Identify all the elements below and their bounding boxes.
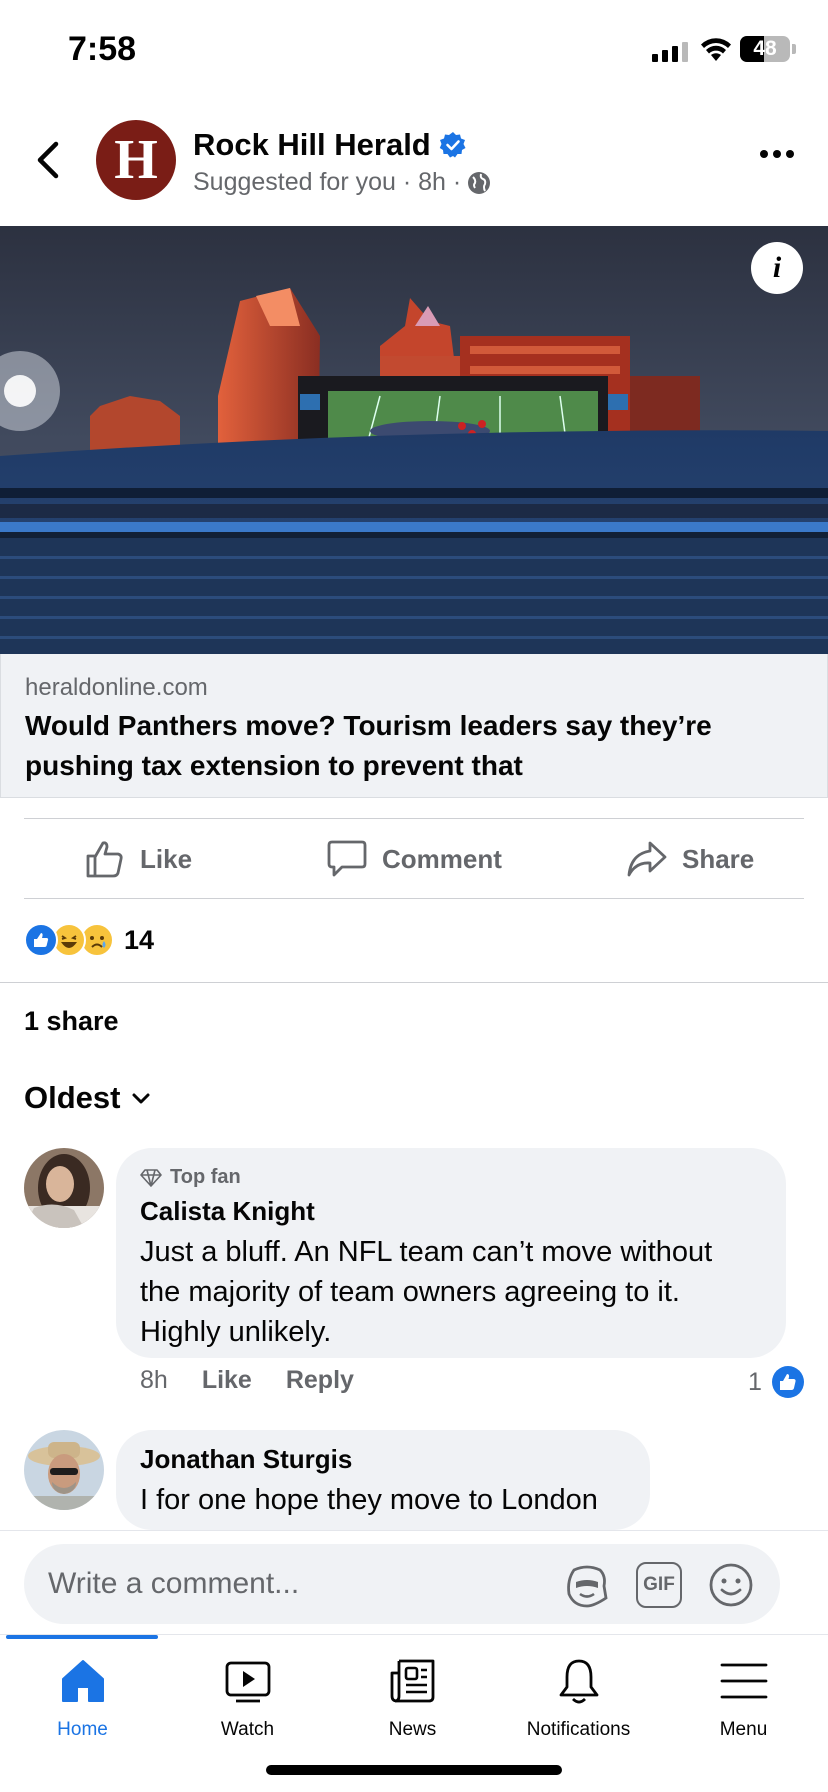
like-button[interactable]: Like [84, 820, 192, 898]
comment-line: the majority of team owners agreeing to … [140, 1276, 680, 1308]
comment-like-number: 1 [748, 1367, 762, 1396]
top-fan-label: Top fan [170, 1166, 241, 1188]
tab-label: News [388, 1719, 437, 1740]
page-name-text: Rock Hill Herald [193, 127, 431, 162]
like-reaction-icon [24, 923, 58, 957]
tab-watch[interactable]: Watch [165, 1655, 330, 1755]
wifi-icon [701, 38, 731, 61]
cellular-signal-icon [652, 42, 688, 62]
link-preview[interactable]: heraldonline.com Would Panthers move? To… [0, 654, 828, 798]
commenter-avatar[interactable] [24, 1430, 104, 1510]
comment-icon [327, 840, 367, 877]
like-icon [86, 841, 123, 878]
battery-tip [792, 44, 796, 54]
emoji-icon[interactable] [708, 1562, 754, 1608]
like-reaction-icon [771, 1366, 804, 1398]
comment-sort-dropdown[interactable]: Oldest [24, 1080, 152, 1116]
link-domain: heraldonline.com [25, 674, 208, 701]
stadium-photo [0, 226, 828, 654]
info-button[interactable]: i [751, 242, 803, 294]
comment-meta: 8h Like Reply [140, 1366, 354, 1395]
tab-label: Watch [220, 1719, 275, 1740]
commenter-avatar[interactable] [24, 1148, 104, 1228]
battery-level: 48 [753, 37, 777, 60]
video-icon [225, 1661, 270, 1703]
post-meta: Suggested for you · 8h · [193, 168, 491, 197]
more-options-button[interactable] [760, 150, 794, 158]
tab-menu[interactable]: Menu [661, 1655, 826, 1755]
comment-like-button[interactable]: Like [202, 1366, 252, 1395]
page-avatar[interactable]: H [96, 120, 176, 200]
status-time: 7:58 [68, 30, 137, 68]
comment-reply-button[interactable]: Reply [286, 1366, 354, 1395]
comment-line: Highly unlikely. [140, 1316, 332, 1348]
share-icon [627, 841, 667, 877]
comment-author[interactable]: Calista Knight [140, 1196, 315, 1227]
tab-notifications[interactable]: Notifications [496, 1655, 661, 1755]
post-image[interactable] [0, 226, 828, 654]
back-button[interactable] [30, 138, 66, 182]
menu-icon [720, 1663, 767, 1699]
comment-line: Just a bluff. An NFL team can’t move wit… [140, 1236, 713, 1268]
verified-badge-icon [439, 132, 466, 158]
chevron-down-icon [132, 1093, 150, 1104]
status-bar: 7:58 48 [0, 0, 828, 100]
link-title: Would Panthers move? Tourism leaders say… [25, 710, 712, 781]
comment-bubble[interactable]: Jonathan Sturgis I for one hope they mov… [116, 1430, 650, 1530]
comment-like-count[interactable]: 1 [748, 1366, 804, 1398]
like-label: Like [140, 843, 193, 874]
gif-label: GIF [643, 1574, 675, 1595]
tab-label: Menu [719, 1719, 768, 1740]
tab-news[interactable]: News [330, 1655, 495, 1755]
gif-button[interactable]: GIF [636, 1562, 682, 1608]
battery-icon: 48 [740, 36, 790, 62]
sort-label: Oldest [24, 1080, 121, 1115]
reaction-count: 14 [124, 924, 155, 955]
comment-composer: GIF [0, 1530, 828, 1634]
comment-input[interactable] [48, 1562, 518, 1606]
bell-icon [559, 1659, 598, 1704]
globe-icon [468, 171, 491, 194]
comment-time: 8h [140, 1366, 168, 1394]
post-actions: Like Comment Share [0, 820, 828, 898]
active-tab-indicator [6, 1635, 158, 1639]
divider [0, 982, 828, 983]
home-icon [61, 1660, 104, 1702]
page-avatar-letter: H [114, 129, 158, 191]
diamond-icon [140, 1168, 162, 1187]
tab-label: Home [57, 1719, 108, 1740]
comment-label: Comment [382, 843, 502, 874]
top-fan-badge: Top fan [140, 1166, 241, 1189]
comment-line: I for one hope they move to London [140, 1484, 598, 1516]
comment-button[interactable]: Comment [326, 820, 502, 898]
avatar-sticker-icon[interactable] [564, 1562, 610, 1608]
comment-author[interactable]: Jonathan Sturgis [140, 1444, 352, 1475]
news-icon [390, 1659, 434, 1703]
reactions-summary[interactable]: 14 [24, 922, 154, 958]
share-button[interactable]: Share [626, 820, 754, 898]
tab-home[interactable]: Home [0, 1655, 165, 1755]
share-label: Share [682, 843, 755, 874]
page-name[interactable]: Rock Hill Herald [193, 127, 467, 163]
divider [24, 898, 804, 899]
post-meta-text: Suggested for you · 8h · [193, 168, 462, 196]
divider [24, 818, 804, 819]
home-indicator [266, 1765, 562, 1775]
share-count[interactable]: 1 share [24, 1006, 119, 1037]
comment-bubble[interactable]: Top fan Calista Knight Just a bluff. An … [116, 1148, 786, 1358]
comment-input-container[interactable]: GIF [24, 1544, 780, 1624]
tab-label: Notifications [526, 1719, 631, 1740]
